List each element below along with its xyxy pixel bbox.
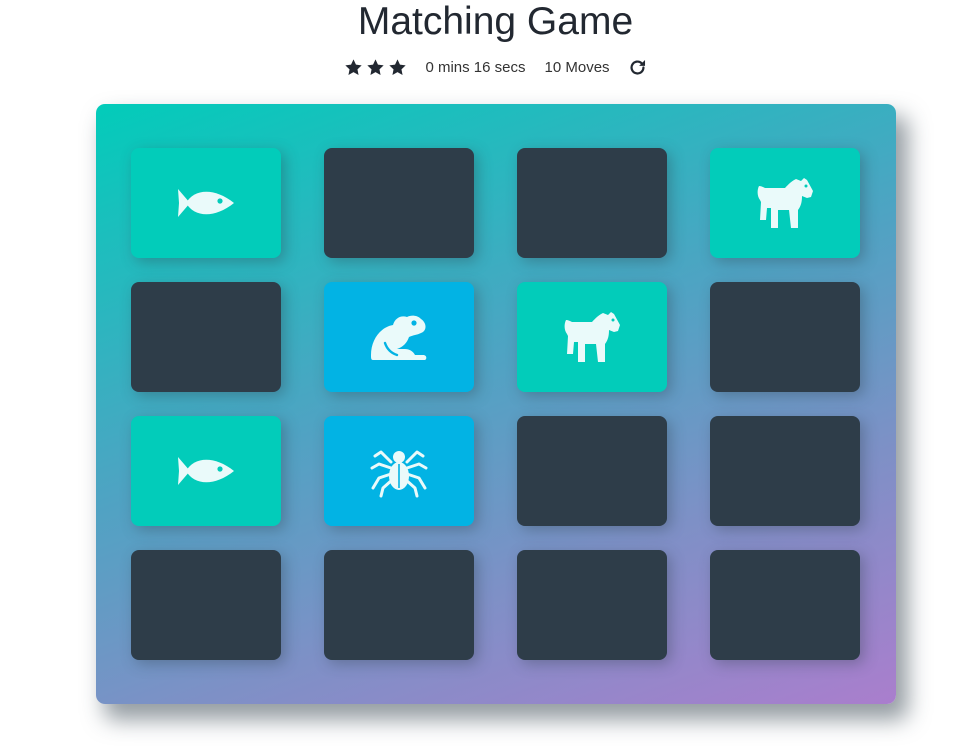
score-panel: 0 mins 16 secs 10 Moves: [0, 55, 961, 79]
card-match[interactable]: [710, 148, 860, 258]
fish-icon: [176, 451, 236, 491]
card-match[interactable]: [517, 282, 667, 392]
page-title: Matching Game: [357, 0, 634, 43]
card-hidden[interactable]: [517, 550, 667, 660]
star-icon: [389, 58, 407, 75]
card-match[interactable]: [131, 416, 281, 526]
card-match[interactable]: [131, 148, 281, 258]
star-rating: [344, 58, 407, 77]
card-hidden[interactable]: [517, 416, 667, 526]
timer-text: 0 mins 16 secs: [425, 58, 526, 76]
card-hidden[interactable]: [710, 282, 860, 392]
star-icon: [345, 58, 363, 75]
card-hidden[interactable]: [131, 550, 281, 660]
redo-icon[interactable]: [628, 58, 647, 77]
star-icon: [367, 58, 385, 75]
card-hidden[interactable]: [710, 416, 860, 526]
card-hidden[interactable]: [517, 148, 667, 258]
frog-icon: [369, 313, 429, 361]
horse-icon: [755, 176, 815, 230]
card-hidden[interactable]: [324, 550, 474, 660]
spider-icon: [369, 444, 429, 498]
game-board: [96, 104, 896, 704]
card-hidden[interactable]: [131, 282, 281, 392]
card-hidden[interactable]: [324, 148, 474, 258]
moves-counter: 10 Moves: [544, 58, 610, 76]
card-open[interactable]: [324, 416, 474, 526]
card-hidden[interactable]: [710, 550, 860, 660]
fish-icon: [176, 183, 236, 223]
card-open[interactable]: [324, 282, 474, 392]
horse-icon: [562, 310, 622, 364]
